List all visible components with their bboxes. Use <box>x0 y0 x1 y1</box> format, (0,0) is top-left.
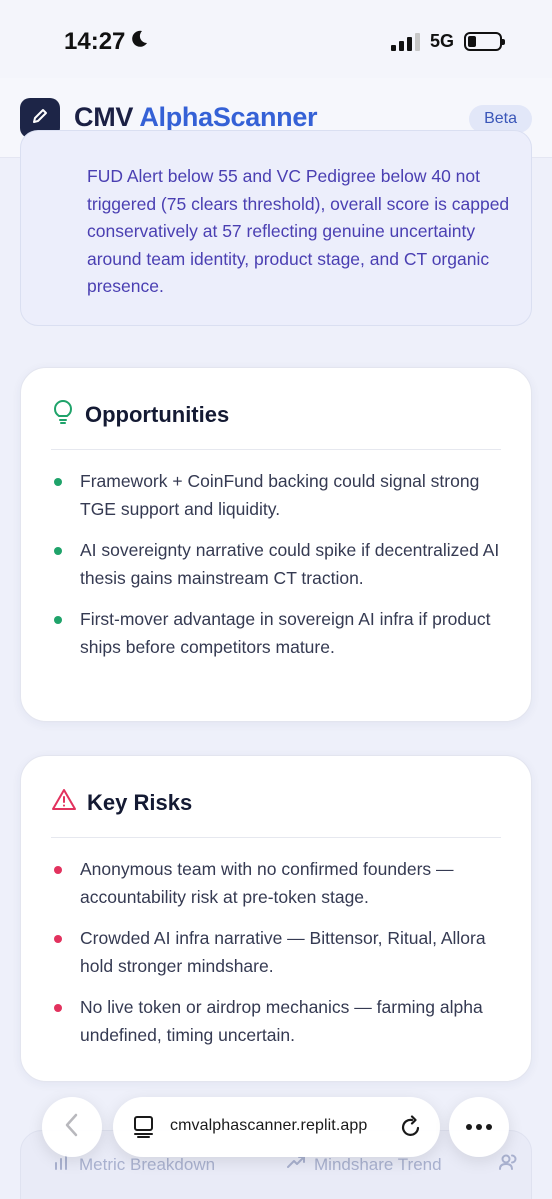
pencil-icon <box>30 106 50 131</box>
users-icon <box>499 1153 519 1176</box>
network-label: 5G <box>429 31 454 51</box>
status-bar: 14:27 5G <box>0 0 552 78</box>
opportunities-card: Opportunities Framework + CoinFund backi… <box>20 367 532 722</box>
clock-text: 14:27 <box>64 28 126 55</box>
bullet-dot <box>54 1004 62 1012</box>
list-item-text: Crowded AI infra narrative — Bittensor, … <box>80 928 486 976</box>
list-item-text: Framework + CoinFund backing could signa… <box>80 471 480 519</box>
list-item-text: AI sovereignty narrative could spike if … <box>80 540 500 588</box>
opportunities-list: Framework + CoinFund backing could signa… <box>53 468 501 675</box>
signal-icon <box>390 32 420 51</box>
summary-text: FUD Alert below 55 and VC Pedigree below… <box>87 166 510 296</box>
opportunities-title: Opportunities <box>85 401 230 427</box>
tab-users[interactable] <box>499 1153 519 1176</box>
list-item: No live token or airdrop mechanics — far… <box>53 994 501 1049</box>
risks-card: Key Risks Anonymous team with no confirm… <box>20 755 532 1082</box>
bullet-dot <box>54 616 62 624</box>
lightbulb-icon <box>51 399 75 430</box>
list-item: Framework + CoinFund backing could signa… <box>53 468 501 523</box>
list-item-text: No live token or airdrop mechanics — far… <box>80 997 483 1045</box>
more-options-button[interactable] <box>449 1097 509 1157</box>
risks-header: Key Risks <box>51 788 501 838</box>
list-item: Anonymous team with no confirmed founder… <box>53 856 501 911</box>
bullet-dot <box>54 866 62 874</box>
risks-title: Key Risks <box>87 789 193 815</box>
bullet-dot <box>54 547 62 555</box>
status-time: 14:27 <box>64 28 149 56</box>
opportunities-header: Opportunities <box>51 400 501 450</box>
reload-icon[interactable] <box>400 1115 422 1144</box>
url-text[interactable]: cmvalphascanner.replit.app <box>170 1117 367 1135</box>
summary-card: FUD Alert below 55 and VC Pedigree below… <box>20 130 532 326</box>
battery-icon <box>464 32 505 51</box>
list-item: First-mover advantage in sovereign AI in… <box>53 606 501 661</box>
beta-badge: Beta <box>469 105 532 133</box>
bullet-dot <box>54 935 62 943</box>
list-item: AI sovereignty narrative could spike if … <box>53 537 501 592</box>
address-bar[interactable]: cmvalphascanner.replit.app <box>113 1097 440 1157</box>
app-title-part2: AlphaScanner <box>139 102 318 132</box>
tabs-icon[interactable] <box>133 1115 155 1144</box>
warning-icon <box>51 788 77 817</box>
ellipsis-icon <box>465 1118 493 1136</box>
back-button[interactable] <box>42 1097 102 1157</box>
app-title-part1: CMV <box>74 102 134 132</box>
tab-label: Mindshare Trend <box>314 1154 442 1174</box>
bullet-dot <box>54 478 62 486</box>
app-title: CMV AlphaScanner <box>74 102 318 133</box>
risks-list: Anonymous team with no confirmed founder… <box>53 856 501 1063</box>
tab-label: Metric Breakdown <box>79 1154 216 1174</box>
list-item-text: First-mover advantage in sovereign AI in… <box>80 609 491 657</box>
chevron-left-icon <box>64 1112 80 1143</box>
status-indicators: 5G <box>390 31 505 52</box>
moon-icon <box>129 28 149 56</box>
list-item-text: Anonymous team with no confirmed founder… <box>80 859 454 907</box>
list-item: Crowded AI infra narrative — Bittensor, … <box>53 925 501 980</box>
